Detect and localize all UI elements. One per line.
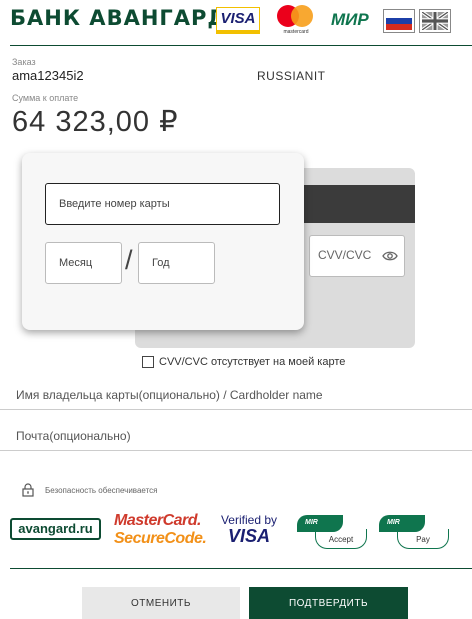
mir-pay-top: MIR (379, 515, 425, 532)
no-cvv-checkbox-row[interactable]: CVV/CVC отсутствует на моей карте (142, 356, 345, 368)
mir-accept-logo: Accept MIR (295, 513, 370, 551)
mastercard-logo: mastercard (275, 5, 317, 37)
language-ru-button[interactable] (383, 9, 415, 33)
security-label: Безопасность обеспечивается (45, 485, 158, 495)
mir-accept-top: MIR (297, 515, 343, 532)
mir-accept-bottom: Accept (315, 529, 367, 549)
verified-by-visa-logo: Verified by VISA (219, 514, 279, 546)
security-notice: Безопасность обеспечивается (22, 483, 158, 497)
email-input[interactable] (0, 421, 472, 451)
visa-logo: VISA (216, 7, 260, 34)
expiry-month-input[interactable] (45, 242, 122, 284)
header: БАНК АВАНГАРД VISA mastercard МИР (0, 0, 472, 44)
eye-icon[interactable] (382, 249, 398, 263)
header-divider (10, 45, 472, 46)
card-front: / (22, 153, 304, 330)
mastercard-orange-circle (291, 5, 313, 27)
mastercard-securecode-line2: SecureCode. (114, 530, 207, 547)
expiry-year-input[interactable] (138, 242, 215, 284)
russia-flag-icon (386, 12, 412, 30)
avangard-logo: avangard.ru (10, 518, 101, 540)
order-label: Заказ (12, 57, 36, 67)
mastercard-securecode-logo: MasterCard. SecureCode. (114, 512, 208, 548)
cancel-button[interactable]: ОТМЕНИТЬ (82, 587, 240, 619)
amount-label: Сумма к оплате (12, 93, 79, 103)
confirm-button[interactable]: ПОДТВЕРДИТЬ (249, 587, 408, 619)
mir-pay-bottom: Pay (397, 529, 449, 549)
no-cvv-checkbox[interactable] (142, 356, 154, 368)
cvv-field[interactable] (309, 235, 405, 277)
amount-value: 64 323,00 ₽ (12, 106, 179, 138)
uk-flag-icon (421, 10, 449, 32)
verified-by-visa-line2: VISA (227, 526, 270, 546)
expiry-separator: / (125, 245, 133, 275)
mastercard-securecode-line1: MasterCard. (114, 512, 201, 529)
cardholder-name-input[interactable] (0, 380, 472, 410)
footer-divider (10, 568, 472, 569)
order-number: ama12345i2 (12, 68, 84, 83)
mir-pay-logo: Pay MIR (377, 513, 452, 551)
no-cvv-label: CVV/CVC отсутствует на моей карте (159, 356, 346, 368)
lock-icon (22, 483, 34, 497)
cvv-input[interactable] (318, 248, 378, 262)
card-number-input[interactable] (45, 183, 280, 225)
language-en-button[interactable] (419, 9, 451, 33)
merchant-name: RUSSIANIT (257, 69, 326, 83)
mastercard-logo-text: mastercard (283, 29, 309, 35)
bank-logo: БАНК АВАНГАРД (10, 6, 228, 30)
mir-logo: МИР (331, 10, 369, 29)
